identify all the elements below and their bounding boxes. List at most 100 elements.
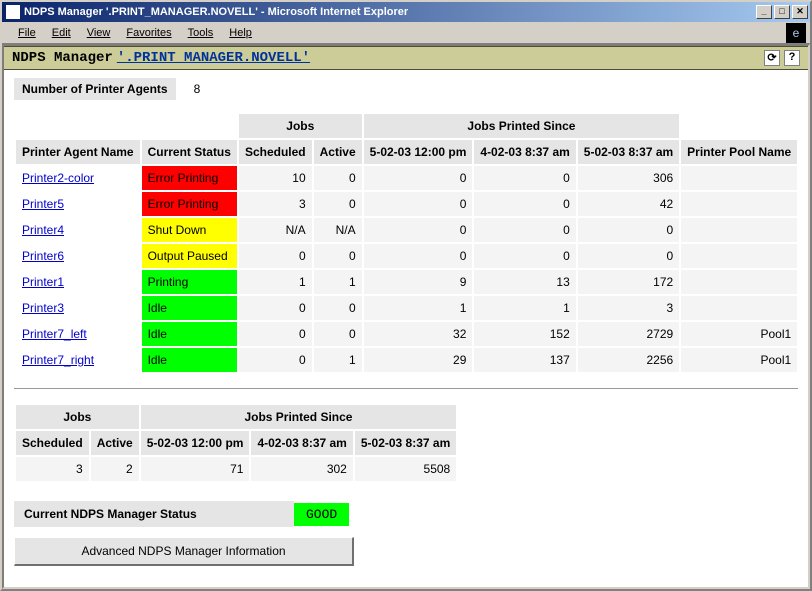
status-cell: Error Printing: [142, 192, 237, 216]
t2-cell: 1: [474, 296, 575, 320]
status-cell: Error Printing: [142, 166, 237, 190]
printer-link[interactable]: Printer7_left: [22, 327, 87, 341]
summary-row: 3 2 71 302 5508: [16, 457, 456, 481]
pool-cell: [681, 244, 797, 268]
advanced-info-button[interactable]: Advanced NDPS Manager Information: [14, 537, 354, 566]
agent-count-value: 8: [176, 78, 219, 100]
t2-cell: 137: [474, 348, 575, 372]
page-content: NDPS Manager '.PRINT_MANAGER.NOVELL' ⟳ ?…: [4, 46, 808, 587]
scheduled-cell: N/A: [239, 218, 312, 242]
pool-cell: [681, 166, 797, 190]
throbber-icon: e: [786, 23, 806, 43]
menu-favorites[interactable]: Favorites: [118, 25, 179, 41]
pool-cell: Pool1: [681, 348, 797, 372]
t3-cell: 0: [578, 218, 679, 242]
printer-name-cell: Printer2-color: [16, 166, 140, 190]
printer-link[interactable]: Printer6: [22, 249, 64, 263]
printer-link[interactable]: Printer5: [22, 197, 64, 211]
pool-cell: [681, 270, 797, 294]
t2-cell: 0: [474, 218, 575, 242]
table-row: Printer2-colorError Printing10000306: [16, 166, 797, 190]
active-cell: 1: [314, 270, 362, 294]
printer-name-cell: Printer1: [16, 270, 140, 294]
t1-cell: 0: [364, 244, 473, 268]
col-status: Current Status: [142, 140, 237, 164]
active-cell: 0: [314, 322, 362, 346]
printer-name-cell: Printer6: [16, 244, 140, 268]
t2-cell: 0: [474, 166, 575, 190]
printer-link[interactable]: Printer1: [22, 275, 64, 289]
scheduled-cell: 0: [239, 296, 312, 320]
t1-cell: 32: [364, 322, 473, 346]
col-pool: Printer Pool Name: [681, 140, 797, 164]
t1-cell: 0: [364, 166, 473, 190]
menu-view[interactable]: View: [79, 25, 119, 41]
active-cell: N/A: [314, 218, 362, 242]
sum-t1: 71: [141, 457, 250, 481]
status-cell: Idle: [142, 322, 237, 346]
sum-col-t2: 4-02-03 8:37 am: [251, 431, 352, 455]
col-t3: 5-02-03 8:37 am: [578, 140, 679, 164]
scheduled-cell: 0: [239, 348, 312, 372]
t3-cell: 172: [578, 270, 679, 294]
agent-count-label: Number of Printer Agents: [14, 78, 176, 100]
printer-link[interactable]: Printer4: [22, 223, 64, 237]
t2-cell: 152: [474, 322, 575, 346]
table-row: Printer3Idle00113: [16, 296, 797, 320]
menu-file[interactable]: File: [10, 25, 44, 41]
maximize-button[interactable]: □: [774, 5, 790, 19]
t2-cell: 0: [474, 192, 575, 216]
printer-name-cell: Printer3: [16, 296, 140, 320]
active-cell: 0: [314, 192, 362, 216]
sum-group-jobs: Jobs: [16, 405, 139, 429]
active-cell: 1: [314, 348, 362, 372]
printer-name-cell: Printer5: [16, 192, 140, 216]
t2-cell: 13: [474, 270, 575, 294]
col-group-jobs: Jobs: [239, 114, 362, 138]
page-header: NDPS Manager '.PRINT_MANAGER.NOVELL' ⟳ ?: [4, 46, 808, 70]
sum-t3: 5508: [355, 457, 456, 481]
table-row: Printer6Output Paused00000: [16, 244, 797, 268]
sum-col-scheduled: Scheduled: [16, 431, 89, 455]
t1-cell: 9: [364, 270, 473, 294]
col-active: Active: [314, 140, 362, 164]
t3-cell: 2256: [578, 348, 679, 372]
menu-tools[interactable]: Tools: [180, 25, 222, 41]
active-cell: 0: [314, 244, 362, 268]
titlebar: NDPS Manager '.PRINT_MANAGER.NOVELL' - M…: [2, 2, 810, 22]
refresh-icon[interactable]: ⟳: [764, 50, 780, 66]
scheduled-cell: 3: [239, 192, 312, 216]
sum-active: 2: [91, 457, 139, 481]
menu-help[interactable]: Help: [221, 25, 260, 41]
table-row: Printer1Printing11913172: [16, 270, 797, 294]
pool-cell: [681, 218, 797, 242]
sum-t2: 302: [251, 457, 352, 481]
help-icon[interactable]: ?: [784, 50, 800, 66]
manager-status-row: Current NDPS Manager Status GOOD: [14, 501, 798, 527]
separator: [14, 388, 798, 389]
minimize-button[interactable]: _: [756, 5, 772, 19]
active-cell: 0: [314, 166, 362, 190]
app-icon: [6, 5, 20, 19]
t3-cell: 0: [578, 244, 679, 268]
sum-col-t3: 5-02-03 8:37 am: [355, 431, 456, 455]
printer-link[interactable]: Printer2-color: [22, 171, 94, 185]
printer-link[interactable]: Printer7_right: [22, 353, 94, 367]
scheduled-cell: 0: [239, 244, 312, 268]
status-cell: Output Paused: [142, 244, 237, 268]
table-row: Printer4Shut DownN/AN/A000: [16, 218, 797, 242]
close-button[interactable]: ✕: [792, 5, 808, 19]
t3-cell: 306: [578, 166, 679, 190]
table-row: Printer7_rightIdle01291372256Pool1: [16, 348, 797, 372]
scheduled-cell: 0: [239, 322, 312, 346]
page-title-prefix: NDPS Manager: [12, 50, 113, 66]
active-cell: 0: [314, 296, 362, 320]
printer-link[interactable]: Printer3: [22, 301, 64, 315]
client-area: NDPS Manager '.PRINT_MANAGER.NOVELL' ⟳ ?…: [2, 44, 810, 589]
menu-edit[interactable]: Edit: [44, 25, 79, 41]
t3-cell: 3: [578, 296, 679, 320]
window-title: NDPS Manager '.PRINT_MANAGER.NOVELL' - M…: [24, 6, 756, 18]
page-title-name: '.PRINT_MANAGER.NOVELL': [117, 50, 310, 66]
table-row: Printer5Error Printing300042: [16, 192, 797, 216]
t2-cell: 0: [474, 244, 575, 268]
